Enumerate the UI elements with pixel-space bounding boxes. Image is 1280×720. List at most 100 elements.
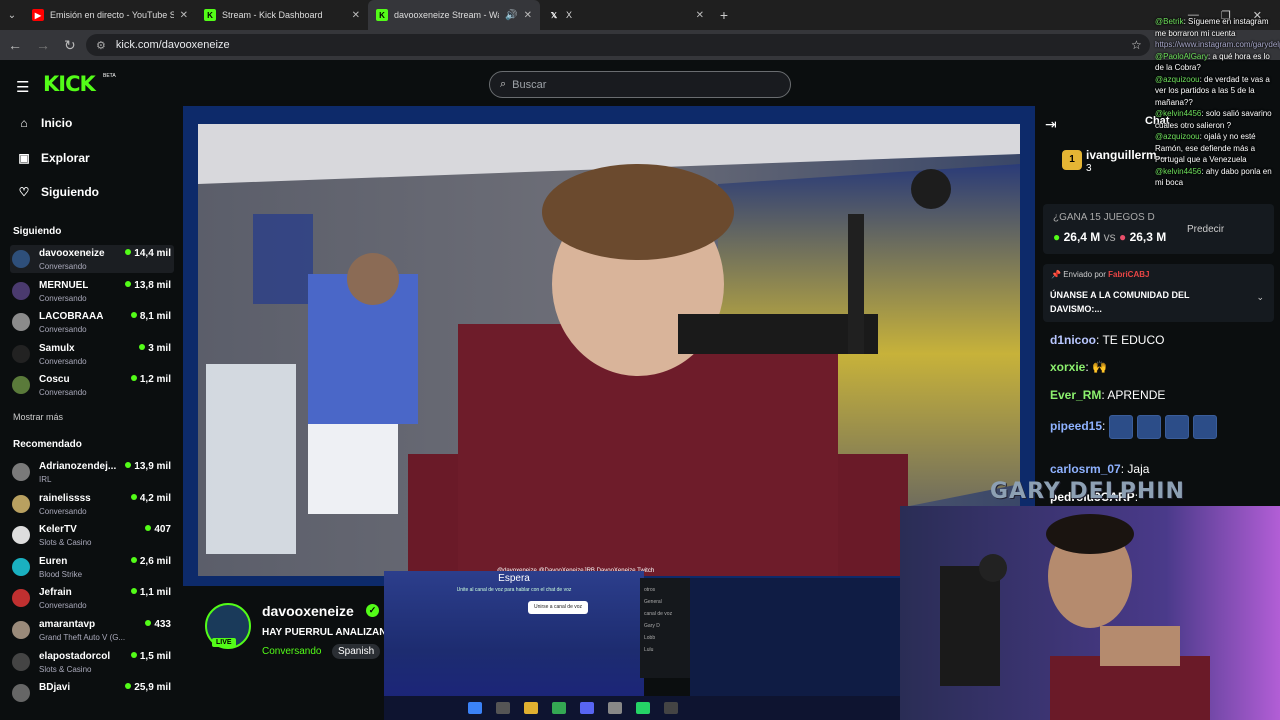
app-icon[interactable] bbox=[608, 702, 622, 714]
voice-panel-item[interactable]: Lobb bbox=[644, 632, 686, 644]
viewer-count: 13,8 mil bbox=[125, 280, 171, 291]
close-tab-icon[interactable]: ✕ bbox=[524, 10, 532, 21]
language-tag[interactable]: Spanish bbox=[332, 644, 381, 659]
discord-icon[interactable] bbox=[580, 702, 594, 714]
search-taskbar-icon[interactable] bbox=[496, 702, 510, 714]
tab-title: Emisión en directo - YouTube Studio bbox=[50, 10, 174, 20]
overlay-chat-user: @Betrik bbox=[1155, 17, 1184, 26]
menu-icon[interactable]: ☰ bbox=[16, 78, 29, 96]
nav-home[interactable]: ⌂ Inicio bbox=[17, 116, 72, 130]
voice-panel-item[interactable]: Gary D bbox=[644, 620, 686, 632]
channel-name: Adrianozendej... bbox=[39, 461, 117, 472]
chrome-icon[interactable] bbox=[552, 702, 566, 714]
stream-scene bbox=[198, 124, 1020, 576]
channel-name: KelerTV bbox=[39, 524, 77, 536]
browser-tab[interactable]: 𝕏 X ✕ bbox=[540, 0, 712, 30]
chat-username[interactable]: d1nicoo bbox=[1050, 333, 1096, 347]
pinned-count: 3 bbox=[1086, 163, 1092, 174]
sidebar-channel[interactable]: Coscu Conversando 1,2 mil bbox=[10, 371, 174, 399]
chat-message: xorxie: 🙌 bbox=[1050, 360, 1107, 374]
stream-category[interactable]: Conversando bbox=[262, 646, 321, 657]
voice-panel-item[interactable]: Lulu bbox=[644, 644, 686, 656]
forward-icon[interactable]: → bbox=[36, 37, 50, 53]
channel-category: Slots & Casino bbox=[39, 538, 92, 548]
chat-text: TE EDUCO bbox=[1102, 333, 1165, 347]
voice-panel-item[interactable]: canal de voz bbox=[644, 608, 686, 620]
search-placeholder: Buscar bbox=[512, 78, 547, 91]
reload-icon[interactable]: ↻ bbox=[64, 37, 76, 54]
sidebar-channel[interactable]: MERNUEL Conversando 13,8 mil bbox=[10, 277, 174, 305]
browser-tab-active[interactable]: K davooxeneize Stream - Watch 🔊 ✕ bbox=[368, 0, 540, 30]
chat-username[interactable]: Ever_RM bbox=[1050, 388, 1101, 402]
overlay-chat-line: @kelvin4456: solo salió savarino cuales … bbox=[1155, 108, 1279, 131]
webcam-overlay bbox=[900, 506, 1280, 720]
explorer-icon[interactable] bbox=[524, 702, 538, 714]
bookmark-star-icon[interactable]: ☆ bbox=[1131, 38, 1142, 52]
browser-tab[interactable]: ▶ Emisión en directo - YouTube Studio ✕ bbox=[24, 0, 196, 30]
channel-avatar bbox=[12, 250, 30, 268]
kick-icon: K bbox=[376, 9, 388, 21]
chat-message: d1nicoo: TE EDUCO bbox=[1050, 333, 1164, 347]
sidebar-channel[interactable]: KelerTV Slots & Casino 407 bbox=[10, 521, 174, 549]
sidebar-channel[interactable]: davooxeneize Conversando 14,4 mil bbox=[10, 245, 174, 273]
close-tab-icon[interactable]: ✕ bbox=[352, 10, 360, 21]
sidebar-channel[interactable]: rainelissss Conversando 4,2 mil bbox=[10, 490, 174, 518]
streamer-name-tag: GARY DELPHIN bbox=[990, 479, 1185, 504]
collapse-chat-icon[interactable]: ⇥ bbox=[1045, 116, 1057, 133]
sidebar-channel[interactable]: Jefrain Conversando 1,1 mil bbox=[10, 584, 174, 612]
channel-avatar bbox=[12, 313, 30, 332]
prediction-question: ¿GANA 15 JUEGOS D bbox=[1053, 212, 1155, 223]
viewer-count: 1,1 mil bbox=[131, 587, 171, 598]
overlay-chat-user: @azquizoou bbox=[1155, 132, 1200, 141]
sidebar-channel[interactable]: amarantavp Grand Theft Auto V (G... 433 bbox=[10, 616, 174, 644]
chat-username[interactable]: xorxie bbox=[1050, 360, 1085, 374]
address-bar[interactable]: ⚙ kick.com/davooxeneize bbox=[86, 34, 1150, 56]
chat-username[interactable]: pipeed15 bbox=[1050, 419, 1102, 433]
emote-icon bbox=[1108, 415, 1133, 439]
channel-category: Conversando bbox=[39, 506, 87, 516]
site-info-icon[interactable]: ⚙ bbox=[96, 39, 106, 52]
sidebar-channel[interactable]: elapostadorcol Slots & Casino 1,5 mil bbox=[10, 648, 174, 676]
channel-name[interactable]: davooxeneize bbox=[262, 603, 354, 619]
close-tab-icon[interactable]: ✕ bbox=[696, 10, 704, 21]
chevron-down-icon[interactable]: ⌄ bbox=[1256, 292, 1264, 303]
channel-category: Slots & Casino bbox=[39, 664, 92, 674]
pinned-message[interactable]: 📌 Enviado por FabriCABJ ÚNANSE A LA COMU… bbox=[1043, 264, 1274, 322]
overlay-chat-line: @Betrik: Sígueme en instagram me borraro… bbox=[1155, 16, 1279, 39]
espera-title: Espera bbox=[498, 573, 530, 584]
search-input[interactable]: ⌕ Buscar bbox=[489, 71, 791, 98]
sidebar-channel[interactable]: Samulx Conversando 3 mil bbox=[10, 340, 174, 368]
emote-icon bbox=[1192, 415, 1217, 439]
show-more-link[interactable]: Mostrar más bbox=[13, 412, 63, 422]
kick-logo[interactable]: KICK bbox=[43, 72, 96, 96]
channel-avatar bbox=[12, 376, 30, 395]
chat-username[interactable]: carlosrm_07 bbox=[1050, 462, 1121, 476]
channel-category: Blood Strike bbox=[39, 569, 83, 579]
browser-tab[interactable]: K Stream - Kick Dashboard ✕ bbox=[196, 0, 368, 30]
nav-browse[interactable]: ▣ Explorar bbox=[17, 151, 89, 165]
audio-icon[interactable]: 🔊 bbox=[505, 10, 517, 21]
search-icon: ⌕ bbox=[500, 78, 507, 90]
obs-icon[interactable] bbox=[664, 702, 678, 714]
tab-search-chevron-icon[interactable]: ⌄ bbox=[0, 10, 24, 21]
stream-title: HAY PUERRUL ANALIZAN bbox=[262, 627, 387, 638]
sidebar-channel[interactable]: LACOBRAAA Conversando 8,1 mil bbox=[10, 308, 174, 336]
viewer-count: 407 bbox=[145, 524, 171, 535]
beta-label: BETA bbox=[103, 73, 116, 79]
home-icon: ⌂ bbox=[20, 116, 28, 130]
back-icon[interactable]: ← bbox=[8, 37, 22, 53]
nav-following[interactable]: ♡ Siguiendo bbox=[17, 185, 99, 199]
sidebar-channel[interactable]: Euren Blood Strike 2,6 mil bbox=[10, 553, 174, 581]
voice-panel-item[interactable]: otros bbox=[644, 584, 686, 596]
viewer-count: 13,9 mil bbox=[125, 461, 171, 472]
whatsapp-icon[interactable] bbox=[636, 702, 650, 714]
join-voice-button[interactable]: Unirse a canal de voz bbox=[528, 601, 588, 614]
chat-message: Ever_RM: APRENDE bbox=[1050, 388, 1165, 402]
close-tab-icon[interactable]: ✕ bbox=[180, 10, 188, 21]
windows-start-icon[interactable] bbox=[468, 702, 482, 714]
channel-avatar bbox=[12, 463, 30, 481]
sidebar-channel[interactable]: Adrianozendej... IRL 13,9 mil bbox=[10, 458, 174, 486]
voice-panel-item[interactable]: General bbox=[644, 596, 686, 608]
sidebar-channel[interactable]: BDjavi 25,9 mil bbox=[10, 679, 174, 707]
new-tab-icon[interactable]: + bbox=[712, 7, 736, 23]
